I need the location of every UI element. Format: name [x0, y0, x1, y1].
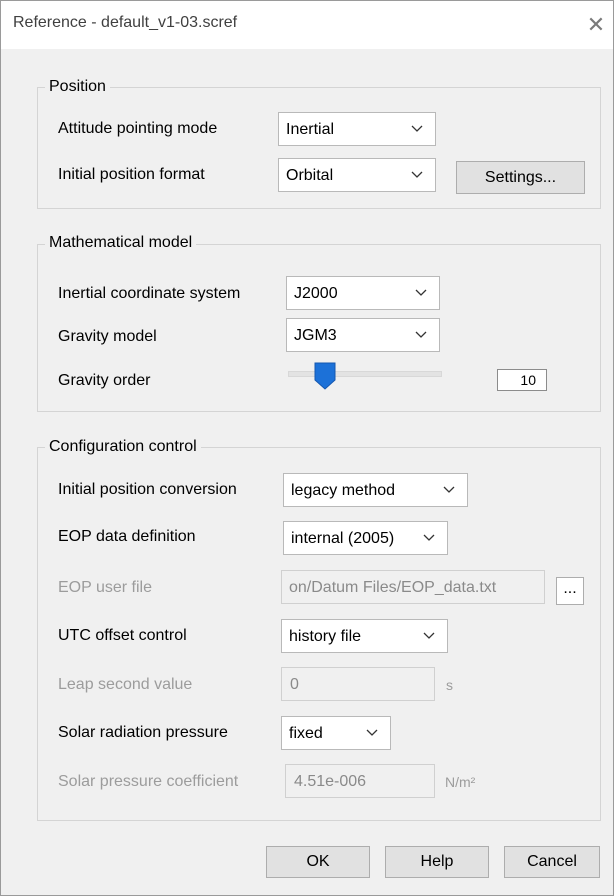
title-bar: Reference - default_v1-03.scref ✕ — [1, 1, 613, 49]
window-title: Reference - default_v1-03.scref — [13, 14, 238, 31]
gravity-order-slider-track[interactable] — [288, 371, 442, 377]
eop-data-definition-select[interactable]: internal (2005) — [283, 521, 448, 555]
inertial-coordinate-system-select[interactable]: J2000 — [286, 276, 440, 310]
chevron-down-icon — [366, 729, 378, 736]
slider-thumb-icon[interactable] — [314, 362, 336, 390]
attitude-pointing-mode-select[interactable]: Inertial — [278, 112, 436, 146]
dialog-window: Reference - default_v1-03.scref ✕ Positi… — [0, 0, 614, 896]
solar-radiation-pressure-label: Solar radiation pressure — [58, 724, 228, 741]
math-model-legend: Mathematical model — [45, 234, 197, 252]
initial-position-format-value: Orbital — [286, 167, 334, 184]
solar-pressure-coefficient-value: 4.51e-006 — [294, 773, 367, 790]
chevron-down-icon — [423, 534, 435, 541]
solar-pressure-coefficient-field: 4.51e-006 — [285, 764, 435, 798]
utc-offset-control-value: history file — [289, 628, 362, 645]
solar-radiation-pressure-value: fixed — [289, 725, 323, 742]
help-button[interactable]: Help — [385, 846, 489, 878]
position-legend: Position — [45, 78, 110, 96]
solar-radiation-pressure-select[interactable]: fixed — [281, 716, 391, 750]
close-icon[interactable]: ✕ — [579, 9, 613, 41]
gravity-model-value: JGM3 — [294, 327, 337, 344]
gravity-model-select[interactable]: JGM3 — [286, 318, 440, 352]
initial-position-conversion-select[interactable]: legacy method — [283, 473, 468, 507]
utc-offset-control-label: UTC offset control — [58, 627, 187, 644]
gravity-model-label: Gravity model — [58, 328, 157, 345]
config-control-legend: Configuration control — [45, 438, 201, 456]
chevron-down-icon — [415, 331, 427, 338]
cancel-button[interactable]: Cancel — [504, 846, 600, 878]
chevron-down-icon — [411, 171, 423, 178]
leap-second-value-field: 0 — [281, 667, 435, 701]
utc-offset-control-select[interactable]: history file — [281, 619, 448, 653]
initial-position-conversion-label: Initial position conversion — [58, 481, 237, 498]
solar-pressure-coefficient-unit: N/m² — [445, 774, 476, 790]
settings-button[interactable]: Settings... — [456, 161, 585, 194]
leap-second-value: 0 — [290, 676, 299, 693]
chevron-down-icon — [415, 289, 427, 296]
eop-user-file-value: on/Datum Files/EOP_data.txt — [289, 579, 497, 596]
chevron-down-icon — [443, 486, 455, 493]
solar-pressure-coefficient-label: Solar pressure coefficient — [58, 773, 239, 790]
attitude-pointing-mode-value: Inertial — [286, 121, 335, 138]
leap-second-value-label: Leap second value — [58, 676, 193, 693]
leap-second-unit: s — [446, 677, 453, 693]
eop-user-file-field: on/Datum Files/EOP_data.txt — [281, 570, 545, 604]
chevron-down-icon — [423, 632, 435, 639]
browse-button[interactable]: ... — [556, 577, 584, 605]
inertial-coordinate-system-label: Inertial coordinate system — [58, 285, 241, 302]
chevron-down-icon — [411, 125, 423, 132]
eop-user-file-label: EOP user file — [58, 579, 152, 596]
attitude-pointing-mode-label: Attitude pointing mode — [58, 120, 218, 137]
initial-position-format-select[interactable]: Orbital — [278, 158, 436, 192]
gravity-order-label: Gravity order — [58, 372, 151, 389]
initial-position-format-label: Initial position format — [58, 166, 205, 183]
gravity-order-value-box[interactable]: 10 — [497, 369, 547, 391]
initial-position-conversion-value: legacy method — [291, 482, 396, 499]
ok-button[interactable]: OK — [266, 846, 370, 878]
inertial-coordinate-system-value: J2000 — [294, 285, 338, 302]
eop-data-definition-label: EOP data definition — [58, 528, 196, 545]
eop-data-definition-value: internal (2005) — [291, 530, 395, 547]
